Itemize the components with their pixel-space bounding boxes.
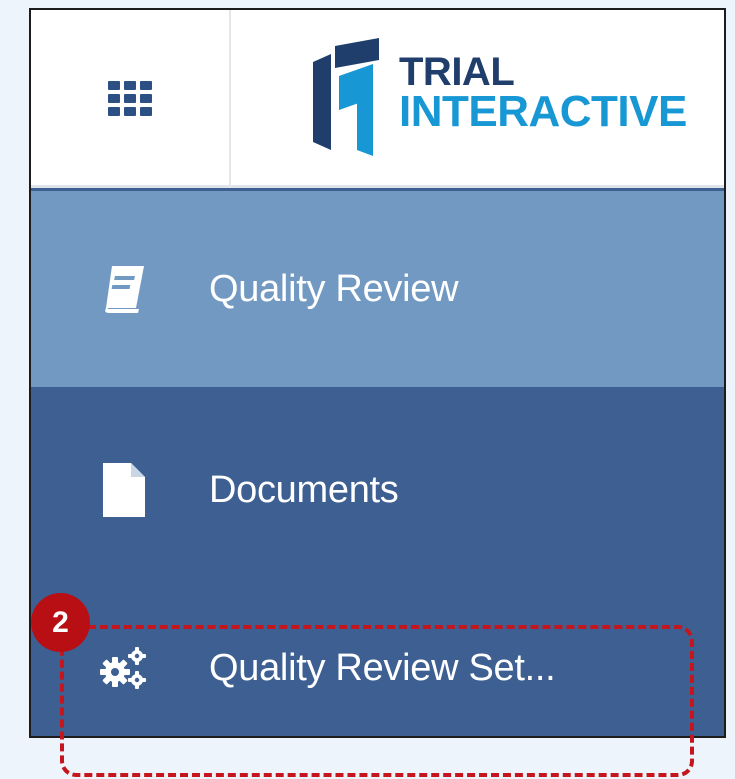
- sidebar-item-label: Quality Review: [209, 267, 459, 310]
- book-icon: [79, 264, 169, 314]
- logo-line-interactive: INTERACTIVE: [399, 87, 687, 136]
- document-icon: [79, 463, 169, 517]
- app-launcher-button[interactable]: [31, 10, 229, 188]
- grid-apps-icon: [108, 81, 152, 116]
- sidebar-item-documents[interactable]: Documents: [31, 387, 724, 593]
- header-divider: [229, 10, 231, 188]
- trial-interactive-logo[interactable]: TRIAL INTERACTIVE: [309, 38, 714, 158]
- logo-line-trial: TRIAL: [399, 50, 515, 94]
- logo-mark-icon: [313, 38, 379, 156]
- logo-wordmark: TRIAL INTERACTIVE: [399, 52, 687, 134]
- sidebar-item-label: Documents: [209, 468, 399, 511]
- app-header: TRIAL INTERACTIVE: [31, 10, 724, 188]
- app-panel: TRIAL INTERACTIVE Quality Review Documen…: [29, 8, 726, 738]
- sidebar-item-quality-review-settings[interactable]: Quality Review Set...: [31, 593, 724, 736]
- sidebar-item-quality-review[interactable]: Quality Review: [31, 191, 724, 387]
- gears-icon: [79, 646, 169, 690]
- callout-step-badge: 2: [31, 593, 90, 652]
- sidebar-item-label: Quality Review Set...: [209, 646, 556, 689]
